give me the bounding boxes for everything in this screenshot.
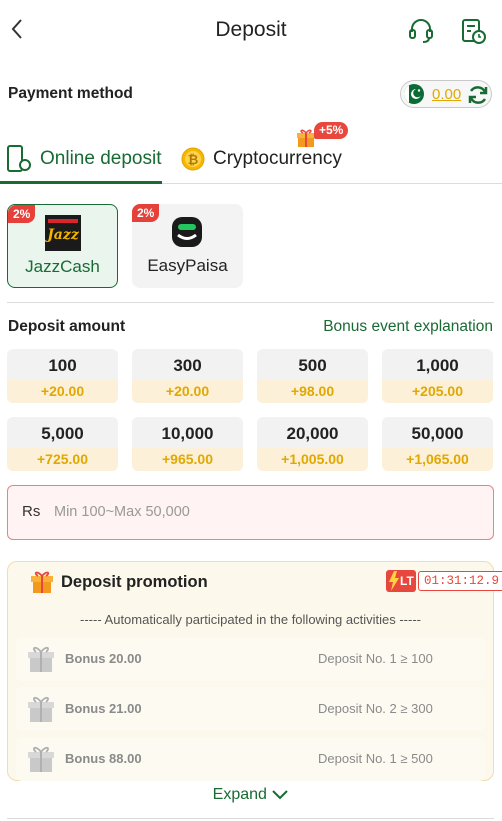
deposit-amount-row: Deposit amount Bonus event explanation (0, 316, 502, 340)
amount-bonus: +20.00 (7, 380, 118, 403)
currency-label: Rs (22, 503, 41, 520)
crypto-badge-text: +5% (314, 122, 349, 139)
lt-label: LT (400, 574, 414, 588)
amount-bonus: +1,005.00 (257, 448, 368, 471)
method-name: EasyPaisa (147, 256, 228, 275)
amount-bonus: +1,065.00 (382, 448, 493, 471)
history-icon[interactable] (459, 17, 487, 45)
limited-time-badge: LT 01:31:12.9 (386, 570, 502, 592)
amount-option[interactable]: 300 +20.00 (132, 349, 243, 403)
divider (7, 818, 494, 819)
crypto-bonus-badge: +5% (296, 122, 349, 148)
activity-bonus: Bonus 20.00 (65, 651, 142, 666)
activity-condition: Deposit No. 2 ≥ 300 (318, 701, 433, 716)
activity-condition: Deposit No. 1 ≥ 100 (318, 651, 433, 666)
amount-bonus: +98.00 (257, 380, 368, 403)
gift-icon (27, 694, 55, 724)
svg-text:Jazz: Jazz (45, 227, 80, 243)
bonus-explanation-link[interactable]: Bonus event explanation (323, 318, 493, 336)
easypaisa-logo-icon (169, 214, 205, 250)
amount-value: 1,000 (416, 356, 459, 375)
amount-option[interactable]: 10,000 +965.00 (132, 417, 243, 471)
method-easypaisa[interactable]: 2% EasyPaisa (132, 204, 243, 288)
svg-text:₿: ₿ (188, 153, 199, 168)
pakistan-flag-icon (404, 84, 424, 104)
chevron-down-icon (271, 788, 289, 802)
activity-condition: Deposit No. 1 ≥ 500 (318, 751, 433, 766)
method-name: JazzCash (25, 257, 100, 276)
refresh-icon[interactable] (466, 83, 490, 107)
expand-label: Expand (212, 786, 267, 803)
amount-value: 500 (298, 356, 327, 375)
phone-deposit-icon (6, 144, 32, 174)
activity-bonus: Bonus 88.00 (65, 751, 142, 766)
amount-value: 100 (48, 356, 77, 375)
amount-option[interactable]: 50,000 +1,065.00 (382, 417, 493, 471)
amount-bonus: +20.00 (132, 380, 243, 403)
promotion-timer: 01:31:12.9 (418, 571, 502, 591)
tab-cryptocurrency[interactable]: ₿ Cryptocurrency (176, 142, 356, 184)
amount-value: 300 (173, 356, 202, 375)
amount-option[interactable]: 20,000 +1,005.00 (257, 417, 368, 471)
divider (7, 302, 494, 303)
payment-method-row: Payment method 0.00 (0, 78, 502, 110)
balance-value: 0.00 (432, 86, 462, 103)
gift-icon (296, 128, 316, 148)
bitcoin-icon: ₿ (180, 146, 206, 172)
tab-label-crypto: Cryptocurrency (213, 148, 342, 169)
promotion-title: Deposit promotion (61, 573, 208, 591)
gift-icon (30, 570, 54, 594)
deposit-tabs: Online deposit ₿ Cryptocurrency (0, 124, 502, 184)
amount-value: 20,000 (286, 424, 339, 443)
amount-bonus: +205.00 (382, 380, 493, 403)
amount-bonus: +725.00 (7, 448, 118, 471)
amount-option[interactable]: 1,000 +205.00 (382, 349, 493, 403)
tab-online-deposit[interactable]: Online deposit (0, 142, 162, 184)
promotion-activity: Bonus 20.00 Deposit No. 1 ≥ 100 (16, 637, 485, 681)
balance-pill[interactable]: 0.00 (400, 80, 492, 108)
amount-input[interactable]: Rs Min 100~Max 50,000 (7, 485, 494, 540)
tab-label-online: Online deposit (40, 148, 162, 169)
deposit-amount-label: Deposit amount (8, 318, 126, 335)
promotion-activity: Bonus 21.00 Deposit No. 2 ≥ 300 (16, 687, 485, 731)
headset-icon[interactable] (407, 17, 435, 45)
deposit-promotion-panel: Deposit promotion LT 01:31:12.9 ----- Au… (7, 561, 502, 781)
amount-bonus: +965.00 (132, 448, 243, 471)
expand-button[interactable]: Expand (0, 786, 502, 804)
amount-option[interactable]: 5,000 +725.00 (7, 417, 118, 471)
lightning-icon: LT (386, 570, 416, 592)
amount-option[interactable]: 100 +20.00 (7, 349, 118, 403)
promotion-activity: Bonus 88.00 Deposit No. 1 ≥ 500 (16, 737, 485, 781)
payment-method-label: Payment method (8, 85, 133, 102)
jazzcash-logo-icon: Jazz (44, 215, 81, 251)
amount-value: 50,000 (411, 424, 464, 443)
amount-value: 10,000 (161, 424, 214, 443)
method-fee-badge: 2% (132, 204, 160, 222)
gift-icon (27, 644, 55, 674)
method-fee-badge: 2% (8, 205, 36, 223)
activity-bonus: Bonus 21.00 (65, 701, 142, 716)
amount-option[interactable]: 500 +98.00 (257, 349, 368, 403)
header: Deposit (0, 0, 502, 62)
gift-icon (27, 744, 55, 774)
auto-participation-text: ----- Automatically participated in the … (80, 612, 421, 627)
amount-value: 5,000 (41, 424, 84, 443)
method-jazzcash[interactable]: 2% Jazz JazzCash (7, 204, 118, 288)
amount-placeholder: Min 100~Max 50,000 (54, 504, 190, 520)
